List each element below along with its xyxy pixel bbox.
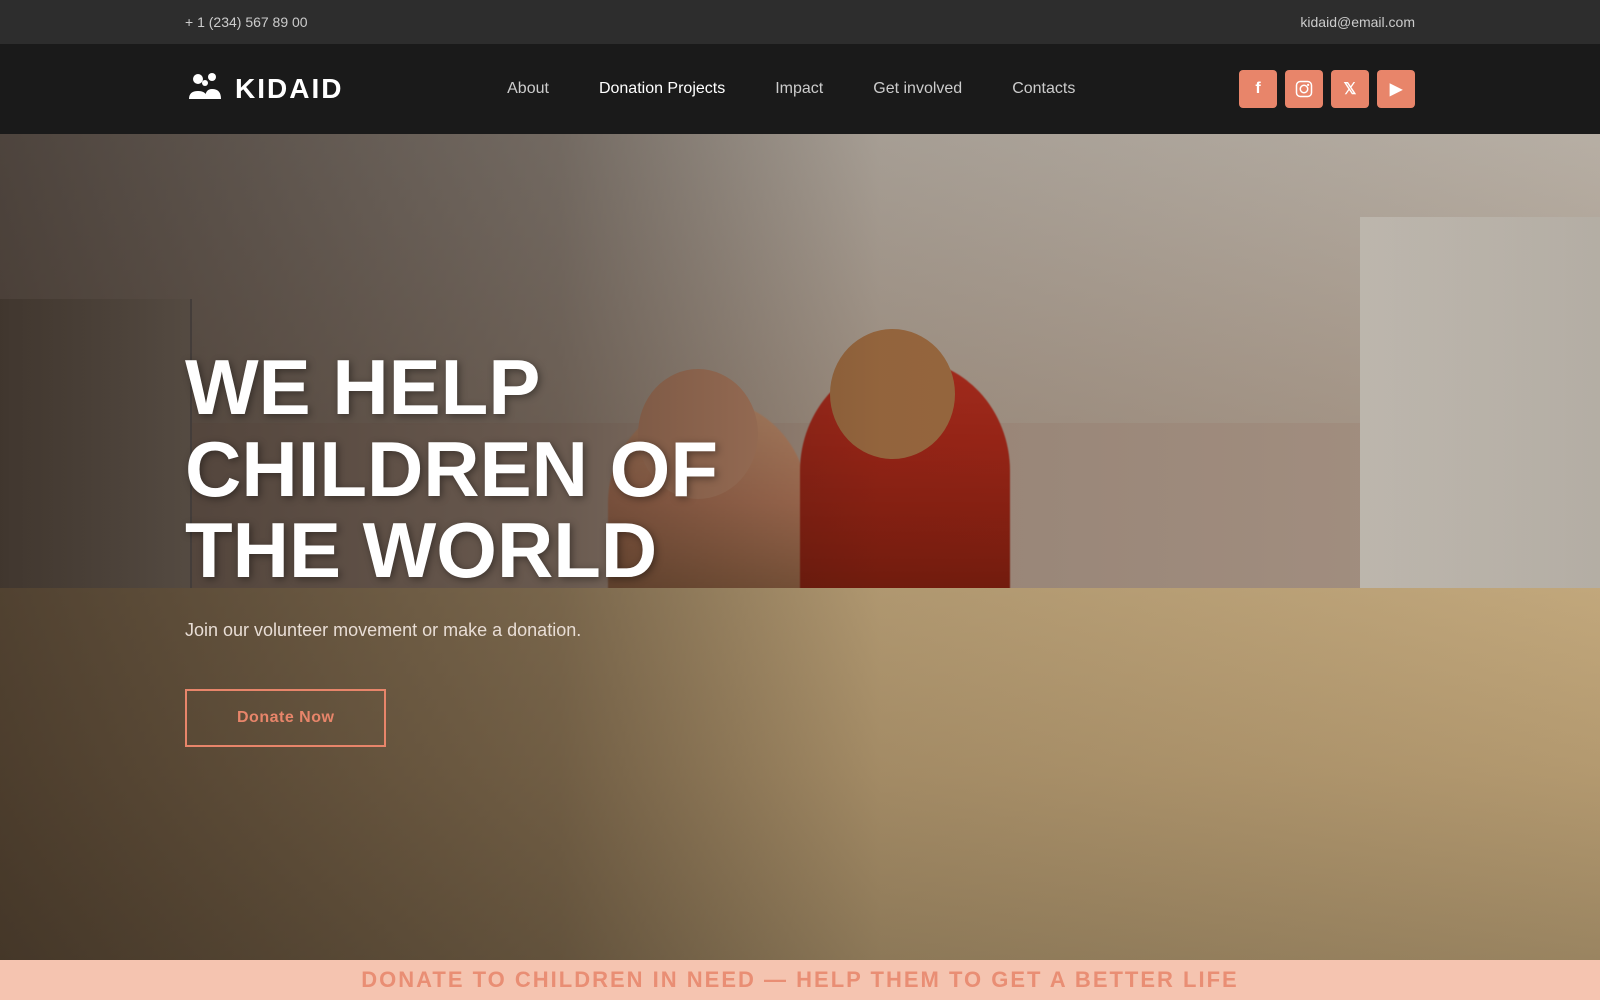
youtube-icon[interactable]: ▶	[1377, 70, 1415, 108]
nav-links: About Donation Projects Impact Get invol…	[507, 80, 1075, 98]
instagram-icon[interactable]	[1285, 70, 1323, 108]
nav-impact[interactable]: Impact	[775, 80, 823, 97]
logo-icon	[185, 69, 225, 109]
twitter-icon[interactable]: 𝕏	[1331, 70, 1369, 108]
nav-get-involved[interactable]: Get involved	[873, 80, 962, 97]
nav-contacts[interactable]: Contacts	[1012, 80, 1075, 97]
bottom-banner-text: DONATE TO CHILDREN IN NEED — HELP THEM T…	[361, 967, 1238, 993]
email-address: kidaid@email.com	[1300, 14, 1415, 30]
navbar: KIDAID About Donation Projects Impact Ge…	[0, 44, 1600, 134]
phone-number: + 1 (234) 567 89 00	[185, 14, 308, 30]
hero-content: WE HELP CHILDREN OF THE WORLD Join our v…	[0, 134, 1600, 960]
logo-text: KIDAID	[235, 73, 343, 105]
bottom-banner: DONATE TO CHILDREN IN NEED — HELP THEM T…	[0, 960, 1600, 1000]
facebook-icon[interactable]: f	[1239, 70, 1277, 108]
hero-title: WE HELP CHILDREN OF THE WORLD	[185, 347, 725, 593]
nav-about[interactable]: About	[507, 80, 549, 97]
donate-now-button[interactable]: Donate Now	[185, 689, 386, 747]
logo[interactable]: KIDAID	[185, 69, 343, 109]
top-bar: + 1 (234) 567 89 00 kidaid@email.com	[0, 0, 1600, 44]
nav-donation-projects[interactable]: Donation Projects	[599, 80, 725, 97]
hero-section: WE HELP CHILDREN OF THE WORLD Join our v…	[0, 134, 1600, 960]
hero-subtitle: Join our volunteer movement or make a do…	[185, 620, 605, 641]
social-icons: f 𝕏 ▶	[1239, 70, 1415, 108]
